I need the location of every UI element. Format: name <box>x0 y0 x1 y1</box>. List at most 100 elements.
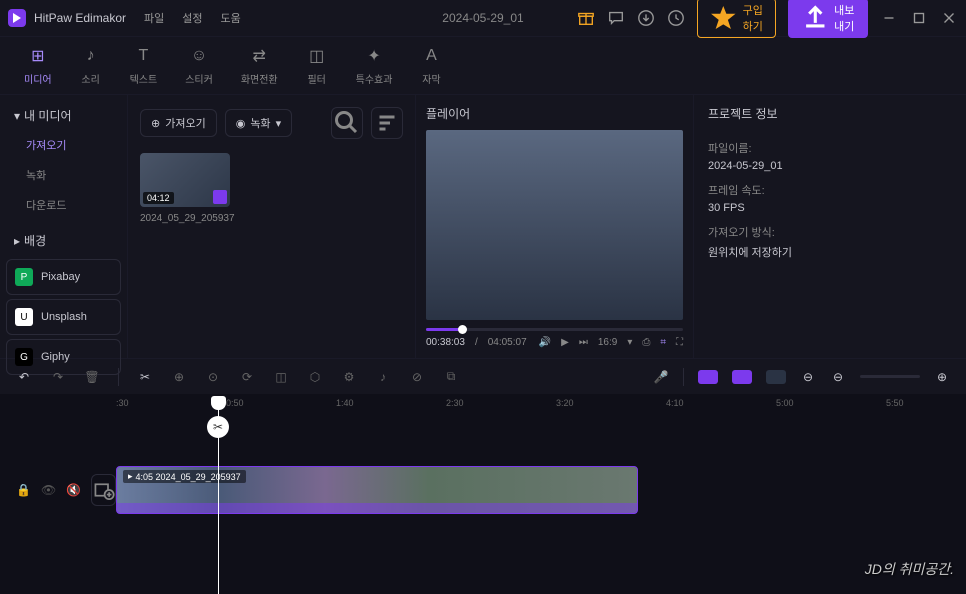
close-button[interactable] <box>940 9 958 27</box>
export-button[interactable]: 내보내기 <box>788 0 868 38</box>
delete-button[interactable]: 🗑 <box>84 369 100 385</box>
progress-bar[interactable] <box>426 328 683 331</box>
export-label: 내보내기 <box>834 2 856 34</box>
playhead[interactable]: ✂ <box>218 398 219 594</box>
lock-icon[interactable]: 🔒 <box>16 483 31 497</box>
chevron-right-icon: ▸ <box>14 234 20 248</box>
fullscreen-icon[interactable]: ⛶ <box>676 337 683 348</box>
zoom-slider[interactable] <box>860 375 920 378</box>
undo-button[interactable]: ↶ <box>16 369 32 385</box>
shield-tool[interactable]: ⬡ <box>307 369 323 385</box>
media-icon: ⊞ <box>27 45 49 67</box>
unsplash-icon: U <box>15 308 33 326</box>
tool-sticker[interactable]: ☺스티커 <box>185 45 213 86</box>
menu-settings[interactable]: 설정 <box>182 10 202 26</box>
link-icon[interactable]: ⊖ <box>800 369 816 385</box>
sidebar-my-media[interactable]: ▾ 내 미디어 <box>6 101 121 130</box>
app-name: HitPaw Edimakor <box>34 11 126 25</box>
provider-pixabay[interactable]: P Pixabay <box>6 259 121 295</box>
menu-help[interactable]: 도움 <box>221 10 241 26</box>
media-item[interactable]: 04:12 2024_05_29_205937 <box>140 153 403 224</box>
fps-value: 30 FPS <box>708 202 952 214</box>
buy-button[interactable]: 구입하기 <box>697 0 775 38</box>
snapshot-icon[interactable]: ⎙ <box>642 337 650 348</box>
history-icon[interactable] <box>667 9 685 27</box>
zoom-out-button[interactable]: ⊖ <box>830 369 846 385</box>
audio-waveform <box>117 503 637 513</box>
snap-toggle-3[interactable] <box>766 370 786 384</box>
sidebar-import[interactable]: 가져오기 <box>6 130 121 160</box>
tool-subtitle[interactable]: A자막 <box>420 45 442 86</box>
tool-transition[interactable]: ⇄화면전환 <box>241 45 278 86</box>
split-button[interactable]: ✂ <box>137 369 153 385</box>
progress-knob[interactable] <box>458 325 467 334</box>
menu-file[interactable]: 파일 <box>144 10 164 26</box>
sticker-icon: ☺ <box>188 45 210 67</box>
import-button[interactable]: ⊕ 가져오기 <box>140 109 217 137</box>
speed-tool[interactable]: ⊙ <box>205 369 221 385</box>
trim-tool[interactable]: ⟳ <box>239 369 255 385</box>
transition-icon: ⇄ <box>248 45 270 67</box>
maximize-button[interactable] <box>910 9 928 27</box>
volume-icon[interactable]: 🔊 <box>539 337 551 348</box>
sound-icon: ♪ <box>80 45 102 67</box>
filter-icon: ◫ <box>306 45 328 67</box>
document-title: 2024-05-29_01 <box>442 11 523 25</box>
media-filename: 2024_05_29_205937 <box>140 213 403 224</box>
adjust-tool[interactable]: ⚙ <box>341 369 357 385</box>
redo-button[interactable]: ↷ <box>50 369 66 385</box>
player-panel: 플레이어 00:38:03 / 04:05:07 🔊 ▶ ⏭ 16:9 ▾ ⎙ … <box>416 95 694 358</box>
tool-sound[interactable]: ♪소리 <box>80 45 102 86</box>
zoom-in-button[interactable]: ⊕ <box>934 369 950 385</box>
mute-icon[interactable]: 🔇 <box>66 483 81 497</box>
timeline-clip[interactable]: ▸ 4:05 2024_05_29_205937 <box>116 466 638 514</box>
filename-value: 2024-05-29_01 <box>708 160 952 172</box>
timeline-ruler[interactable]: :30 0:50 1:40 2:30 3:20 4:10 5:00 5:50 <box>116 398 950 416</box>
tool-effect[interactable]: ✦특수효과 <box>356 45 393 86</box>
eye-icon[interactable]: 👁 <box>41 483 56 497</box>
fps-label: 프레임 속도: <box>708 182 952 198</box>
pixabay-icon: P <box>15 268 33 286</box>
play-button[interactable]: ▶ <box>561 337 569 348</box>
crop-tool[interactable]: ⊕ <box>171 369 187 385</box>
record-button[interactable]: ◉ 녹화 ▾ <box>225 109 292 137</box>
plus-icon: ⊕ <box>151 117 160 130</box>
audio-tool[interactable]: ♪ <box>375 369 391 385</box>
snap-toggle-1[interactable] <box>698 370 718 384</box>
detach-tool[interactable]: ⊘ <box>409 369 425 385</box>
download-icon[interactable] <box>637 9 655 27</box>
video-preview[interactable] <box>426 130 683 320</box>
sort-button[interactable] <box>371 107 403 139</box>
media-thumbnail: 04:12 <box>140 153 230 207</box>
filename-label: 파일이름: <box>708 140 952 156</box>
gift-icon[interactable] <box>577 9 595 27</box>
record-icon: ◉ <box>236 117 246 130</box>
tool-filter[interactable]: ◫필터 <box>306 45 328 86</box>
effect-icon: ✦ <box>363 45 385 67</box>
snap-toggle-2[interactable] <box>732 370 752 384</box>
sidebar-record[interactable]: 녹화 <box>6 160 121 190</box>
sidebar-background[interactable]: ▸ 배경 <box>6 226 121 255</box>
import-mode-value: 원위치에 저장하기 <box>708 244 952 260</box>
playhead-split-button[interactable]: ✂ <box>207 416 229 438</box>
tool-text[interactable]: T텍스트 <box>130 45 158 86</box>
crop-icon[interactable]: ⌗ <box>660 337 666 348</box>
next-frame-button[interactable]: ⏭ <box>579 337 588 348</box>
chat-icon[interactable] <box>607 9 625 27</box>
player-title: 플레이어 <box>426 105 683 122</box>
video-icon: ▸ <box>128 471 133 482</box>
app-logo <box>8 9 26 27</box>
sidebar-download[interactable]: 다운로드 <box>6 190 121 220</box>
media-duration: 04:12 <box>143 192 174 204</box>
ratio-label[interactable]: 16:9 <box>598 337 617 348</box>
info-title: 프로젝트 정보 <box>708 105 952 122</box>
tool-media[interactable]: ⊞미디어 <box>24 45 52 86</box>
minimize-button[interactable] <box>880 9 898 27</box>
add-track-button[interactable] <box>91 474 116 506</box>
freeze-tool[interactable]: ⧉ <box>443 369 459 385</box>
ai-tool[interactable]: ◫ <box>273 369 289 385</box>
giphy-icon: G <box>15 348 33 366</box>
provider-unsplash[interactable]: U Unsplash <box>6 299 121 335</box>
mic-icon[interactable]: 🎤 <box>653 369 669 385</box>
search-button[interactable] <box>331 107 363 139</box>
